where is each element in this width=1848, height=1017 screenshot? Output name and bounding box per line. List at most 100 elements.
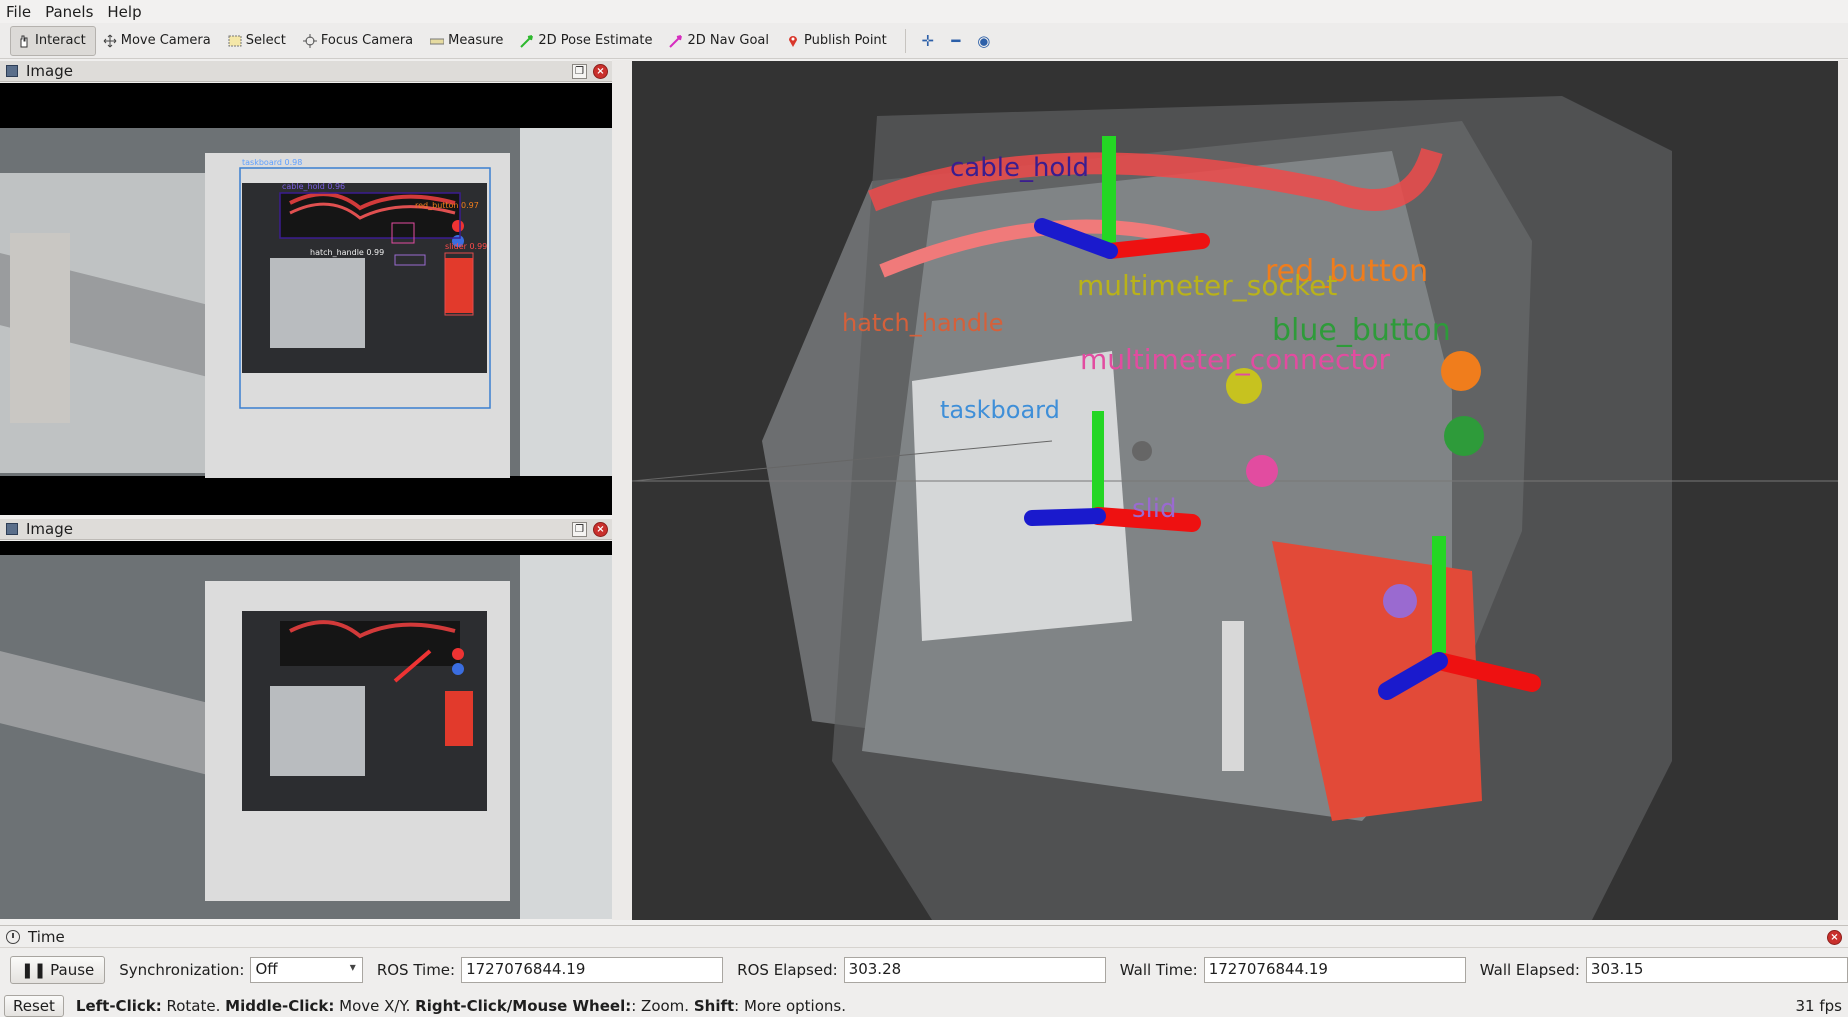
measure-label: Measure: [448, 33, 504, 48]
ruler-icon: [430, 38, 445, 44]
ros-elapsed-field[interactable]: 303.28: [843, 957, 1106, 983]
image-panel-bottom-view: [0, 541, 612, 919]
status-hint: Left-Click: Rotate. Middle-Click: Move X…: [76, 997, 846, 1015]
box-label-taskboard: taskboard 0.98: [242, 158, 302, 167]
publish-point-label: Publish Point: [804, 33, 887, 48]
remove-tool-button[interactable]: ━: [942, 28, 970, 54]
image-panel-top-titlebar: Image ❐ ×: [0, 61, 612, 82]
wall-time-value: 1727076844.19: [1208, 960, 1328, 978]
sync-select[interactable]: Off: [250, 957, 363, 983]
ros-time-value: 1727076844.19: [466, 960, 586, 978]
tools-toolbar: Interact Move Camera Select Focus Camera…: [0, 23, 1848, 59]
time-panel-close-button[interactable]: ×: [1827, 930, 1842, 945]
image-panel-icon: [6, 523, 18, 535]
focus-camera-label: Focus Camera: [320, 33, 414, 48]
image-panel-top-close-button[interactable]: ×: [593, 64, 608, 79]
point-cloud-scene: [632, 61, 1838, 920]
tool-properties-button[interactable]: ◉: [970, 28, 998, 54]
status-bar: Reset Left-Click: Rotate. Middle-Click: …: [0, 995, 1848, 1017]
menu-help[interactable]: Help: [107, 3, 141, 21]
image-panel-icon: [6, 65, 18, 77]
frame-label-multimeter-connector: multimeter_connector: [1080, 343, 1391, 376]
menu-file[interactable]: File: [6, 3, 31, 21]
wall-time-label: Wall Time:: [1119, 961, 1198, 979]
ros-time-label: ROS Time:: [376, 961, 456, 979]
image-panel-top-title: Image: [26, 62, 73, 80]
move-camera-tool-button[interactable]: Move Camera: [96, 26, 221, 56]
nav-goal-label: 2D Nav Goal: [687, 33, 770, 48]
menu-bar: File Panels Help: [0, 0, 1848, 23]
eye-icon: ◉: [977, 31, 991, 50]
camera-image-raw: [0, 541, 612, 919]
ros-time-field[interactable]: 1727076844.19: [461, 957, 724, 983]
map-pin-icon: [789, 35, 798, 47]
pause-icon: ❚❚: [21, 961, 47, 979]
clock-icon: [6, 929, 20, 944]
image-panel-bottom-close-button[interactable]: ×: [593, 522, 608, 537]
image-panel-top-float-button[interactable]: ❐: [572, 64, 587, 79]
green-arrow-icon: [520, 34, 534, 48]
image-panel-top-view: taskboard 0.98 cable_hold 0.96 hatch_han…: [0, 83, 612, 515]
interact-label: Interact: [35, 33, 86, 48]
time-panel: Time × ❚❚ Pause Synchronization: Off ROS…: [0, 925, 1848, 995]
hand-pointer-icon: [20, 35, 28, 47]
measure-tool-button[interactable]: Measure: [423, 26, 513, 56]
pose-estimate-label: 2D Pose Estimate: [538, 33, 653, 48]
move-camera-icon: [103, 34, 117, 47]
sync-value: Off: [255, 960, 278, 978]
time-panel-title: Time: [28, 927, 65, 946]
frame-label-cable-hold: cable_hold: [950, 153, 1090, 183]
time-controls-row: ❚❚ Pause Synchronization: Off ROS Time: …: [0, 948, 1848, 992]
right-click-key: Right-Click/Mouse Wheel:: [415, 997, 632, 1015]
left-click-key: Left-Click:: [75, 997, 162, 1015]
wall-elapsed-value: 303.15: [1590, 960, 1644, 978]
select-box-icon: [228, 35, 242, 46]
publish-point-tool-button[interactable]: Publish Point: [779, 26, 897, 56]
reset-label: Reset: [13, 997, 55, 1015]
sync-label: Synchronization:: [119, 961, 245, 979]
add-tool-button[interactable]: ✛: [914, 28, 942, 54]
frame-label-hatch-handle: hatch_handle: [842, 309, 1004, 337]
pause-label: Pause: [50, 961, 95, 979]
image-panel-bottom-titlebar: Image ❐ ×: [0, 519, 612, 540]
ros-elapsed-value: 303.28: [848, 960, 902, 978]
box-label-slider: slider 0.99: [445, 242, 487, 251]
focus-camera-tool-button[interactable]: Focus Camera: [296, 26, 423, 56]
fps-counter: 31 fps: [1795, 997, 1842, 1015]
frame-label-multimeter-socket: multimeter_socket: [1077, 269, 1338, 302]
camera-image-annotated: taskboard 0.98 cable_hold 0.96 hatch_han…: [0, 83, 612, 515]
3d-render-viewport[interactable]: cable_hold red_button blue_button multim…: [632, 61, 1838, 920]
pose-estimate-tool-button[interactable]: 2D Pose Estimate: [513, 26, 662, 56]
toolbar-separator: [904, 28, 906, 53]
box-label-hatch: hatch_handle 0.99: [310, 248, 384, 257]
focus-camera-icon: [302, 33, 317, 48]
wall-elapsed-label: Wall Elapsed:: [1479, 961, 1580, 979]
minus-icon: ━: [951, 31, 961, 50]
magenta-arrow-icon: [669, 34, 683, 48]
image-panel-bottom-float-button[interactable]: ❐: [572, 522, 587, 537]
right-click-desc: : Zoom.: [631, 997, 694, 1015]
wall-time-field[interactable]: 1727076844.19: [1203, 957, 1466, 983]
ros-elapsed-label: ROS Elapsed:: [737, 961, 838, 979]
reset-button[interactable]: Reset: [4, 995, 64, 1017]
nav-goal-tool-button[interactable]: 2D Nav Goal: [662, 26, 779, 56]
middle-click-key: Middle-Click:: [225, 997, 335, 1015]
menu-panels[interactable]: Panels: [45, 3, 93, 21]
left-click-desc: Rotate.: [161, 997, 226, 1015]
move-camera-label: Move Camera: [120, 33, 211, 48]
box-label-red-button: red_button 0.97: [415, 201, 479, 210]
frame-label-slider: slid: [1132, 494, 1177, 524]
interact-tool-button[interactable]: Interact: [10, 25, 96, 56]
select-label: Select: [245, 33, 286, 48]
box-label-cable-hold: cable_hold 0.96: [282, 182, 345, 191]
right-panel-edge[interactable]: [1838, 60, 1848, 920]
select-tool-button[interactable]: Select: [221, 26, 296, 56]
wall-elapsed-field[interactable]: 303.15: [1585, 957, 1848, 983]
time-panel-titlebar: Time ×: [0, 926, 1848, 948]
image-panel-bottom-title: Image: [26, 520, 73, 538]
frame-label-taskboard: taskboard: [940, 396, 1060, 424]
shift-desc: : More options.: [734, 997, 846, 1015]
panel-splitter[interactable]: [612, 60, 632, 920]
pause-button[interactable]: ❚❚ Pause: [10, 956, 106, 984]
shift-key: Shift: [693, 997, 735, 1015]
